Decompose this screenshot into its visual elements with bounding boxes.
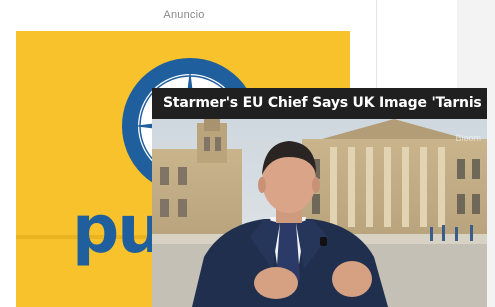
- ad-label: Anuncio: [163, 9, 205, 21]
- video-title-bar[interactable]: Starmer's EU Chief Says UK Image 'Tarnis…: [152, 88, 487, 119]
- ad-brand-text: pu: [72, 191, 164, 268]
- page: Anuncio pu Starmer's EU Chief Says UK Im…: [0, 0, 495, 307]
- video-title[interactable]: Starmer's EU Chief Says UK Image 'Tarnis…: [163, 95, 481, 111]
- video-watermark: Bloom: [455, 133, 481, 143]
- video-frame[interactable]: [152, 119, 487, 307]
- floating-video-player[interactable]: Starmer's EU Chief Says UK Image 'Tarnis…: [152, 88, 487, 307]
